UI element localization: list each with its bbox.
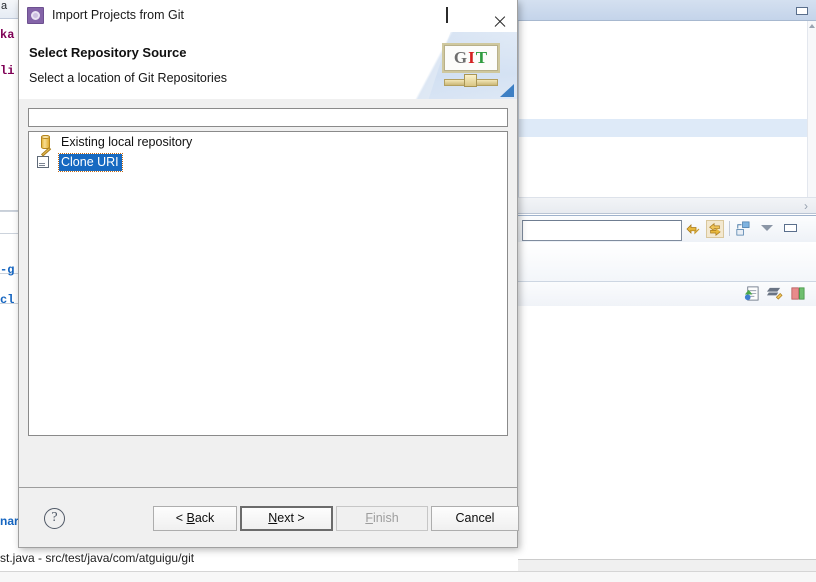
eclipse-wizard-icon bbox=[27, 7, 44, 24]
import-projects-from-git-dialog: Import Projects from Git Select Reposito… bbox=[18, 0, 519, 548]
wizard-banner: Select Repository Source Select a locati… bbox=[19, 32, 517, 100]
repository-source-list[interactable]: Existing local repository Clone URI bbox=[28, 131, 508, 436]
next-button[interactable]: Next > bbox=[240, 506, 333, 531]
right-panel-titlebar bbox=[518, 0, 816, 21]
secondary-panel bbox=[518, 215, 816, 281]
back-button[interactable]: < Back bbox=[153, 506, 237, 531]
next-button-mnemonic: N bbox=[268, 511, 278, 525]
dialog-footer: ? < Back Next > Finish Cancel bbox=[19, 488, 519, 547]
dialog-titlebar[interactable]: Import Projects from Git bbox=[19, 0, 517, 32]
cancel-button[interactable]: Cancel bbox=[431, 506, 519, 531]
status-bar-path-text: st.java - src/test/java/com/atguigu/git bbox=[0, 551, 195, 565]
panel-horizontal-scrollbar[interactable]: › bbox=[518, 197, 816, 214]
view-menu-chevron-down-icon[interactable] bbox=[761, 225, 773, 231]
git-logo-board: GIT bbox=[442, 43, 500, 73]
repository-cylinder-icon bbox=[37, 134, 53, 150]
list-item-clone-uri[interactable]: Clone URI bbox=[29, 147, 507, 172]
secondary-panel-content bbox=[518, 243, 816, 281]
screen: a ka li -g cl nar › st.java - src/test/j… bbox=[0, 0, 816, 582]
next-button-suffix: ext > bbox=[277, 511, 305, 525]
finish-button-suffix: inish bbox=[372, 511, 399, 525]
editor-tab-label: a bbox=[1, 0, 8, 12]
git-letter-i: I bbox=[468, 48, 476, 67]
banner-heading: Select Repository Source bbox=[29, 45, 187, 60]
banner-corner-triangle-icon bbox=[500, 84, 514, 97]
list-item-label: Clone URI bbox=[58, 152, 123, 172]
tertiary-panel bbox=[518, 281, 816, 562]
close-button[interactable] bbox=[470, 0, 516, 30]
git-logo-knob bbox=[464, 74, 477, 87]
maximize-button[interactable] bbox=[424, 0, 470, 30]
chevron-right-icon[interactable]: › bbox=[804, 199, 808, 213]
terminate-icon[interactable] bbox=[789, 285, 807, 303]
back-button-mnemonic: B bbox=[186, 511, 195, 525]
edit-document-icon[interactable] bbox=[766, 285, 784, 303]
list-item-label: Existing local repository bbox=[61, 134, 193, 149]
right-panel-body bbox=[518, 21, 816, 197]
banner-subheading: Select a location of Git Repositories bbox=[29, 71, 228, 85]
ide-bottom-strip bbox=[0, 571, 816, 582]
right-views-area: › bbox=[518, 0, 816, 582]
git-letter-t: T bbox=[475, 48, 489, 67]
tertiary-panel-toolbar bbox=[518, 282, 816, 306]
secondary-panel-toolbar bbox=[518, 216, 816, 242]
back-button-suffix: ack bbox=[194, 511, 215, 525]
console-document-icon[interactable] bbox=[743, 285, 761, 303]
list-item-existing-local-repository[interactable]: Existing local repository bbox=[29, 132, 507, 152]
cancel-button-label: Cancel bbox=[455, 511, 495, 525]
dialog-title: Import Projects from Git bbox=[52, 8, 184, 22]
minimize-button[interactable] bbox=[378, 0, 424, 30]
repository-filter-input[interactable] bbox=[28, 108, 508, 127]
clone-uri-page-pencil-icon bbox=[37, 147, 53, 170]
panel-vertical-scrollbar[interactable] bbox=[807, 21, 816, 197]
highlighted-row[interactable] bbox=[519, 119, 810, 137]
git-logo: GIT bbox=[442, 43, 500, 91]
panel-search-input[interactable] bbox=[522, 220, 682, 241]
sync-arrows-icon[interactable] bbox=[684, 220, 702, 238]
back-button-prefix: < bbox=[175, 511, 187, 525]
dialog-body: Existing local repository Clone URI bbox=[19, 99, 517, 485]
hierarchy-layout-icon[interactable] bbox=[734, 220, 752, 238]
help-button[interactable]: ? bbox=[44, 508, 65, 529]
refresh-arrows-icon[interactable] bbox=[706, 220, 724, 238]
maximize-icon bbox=[446, 7, 448, 23]
scroll-up-arrow-icon[interactable] bbox=[809, 24, 815, 28]
git-letter-g: G bbox=[453, 48, 469, 67]
finish-button: Finish bbox=[336, 506, 428, 531]
panel-minimize-icon[interactable] bbox=[796, 7, 808, 15]
finish-button-mnemonic: F bbox=[365, 511, 373, 525]
panel-minimize-small-icon[interactable] bbox=[784, 224, 797, 232]
